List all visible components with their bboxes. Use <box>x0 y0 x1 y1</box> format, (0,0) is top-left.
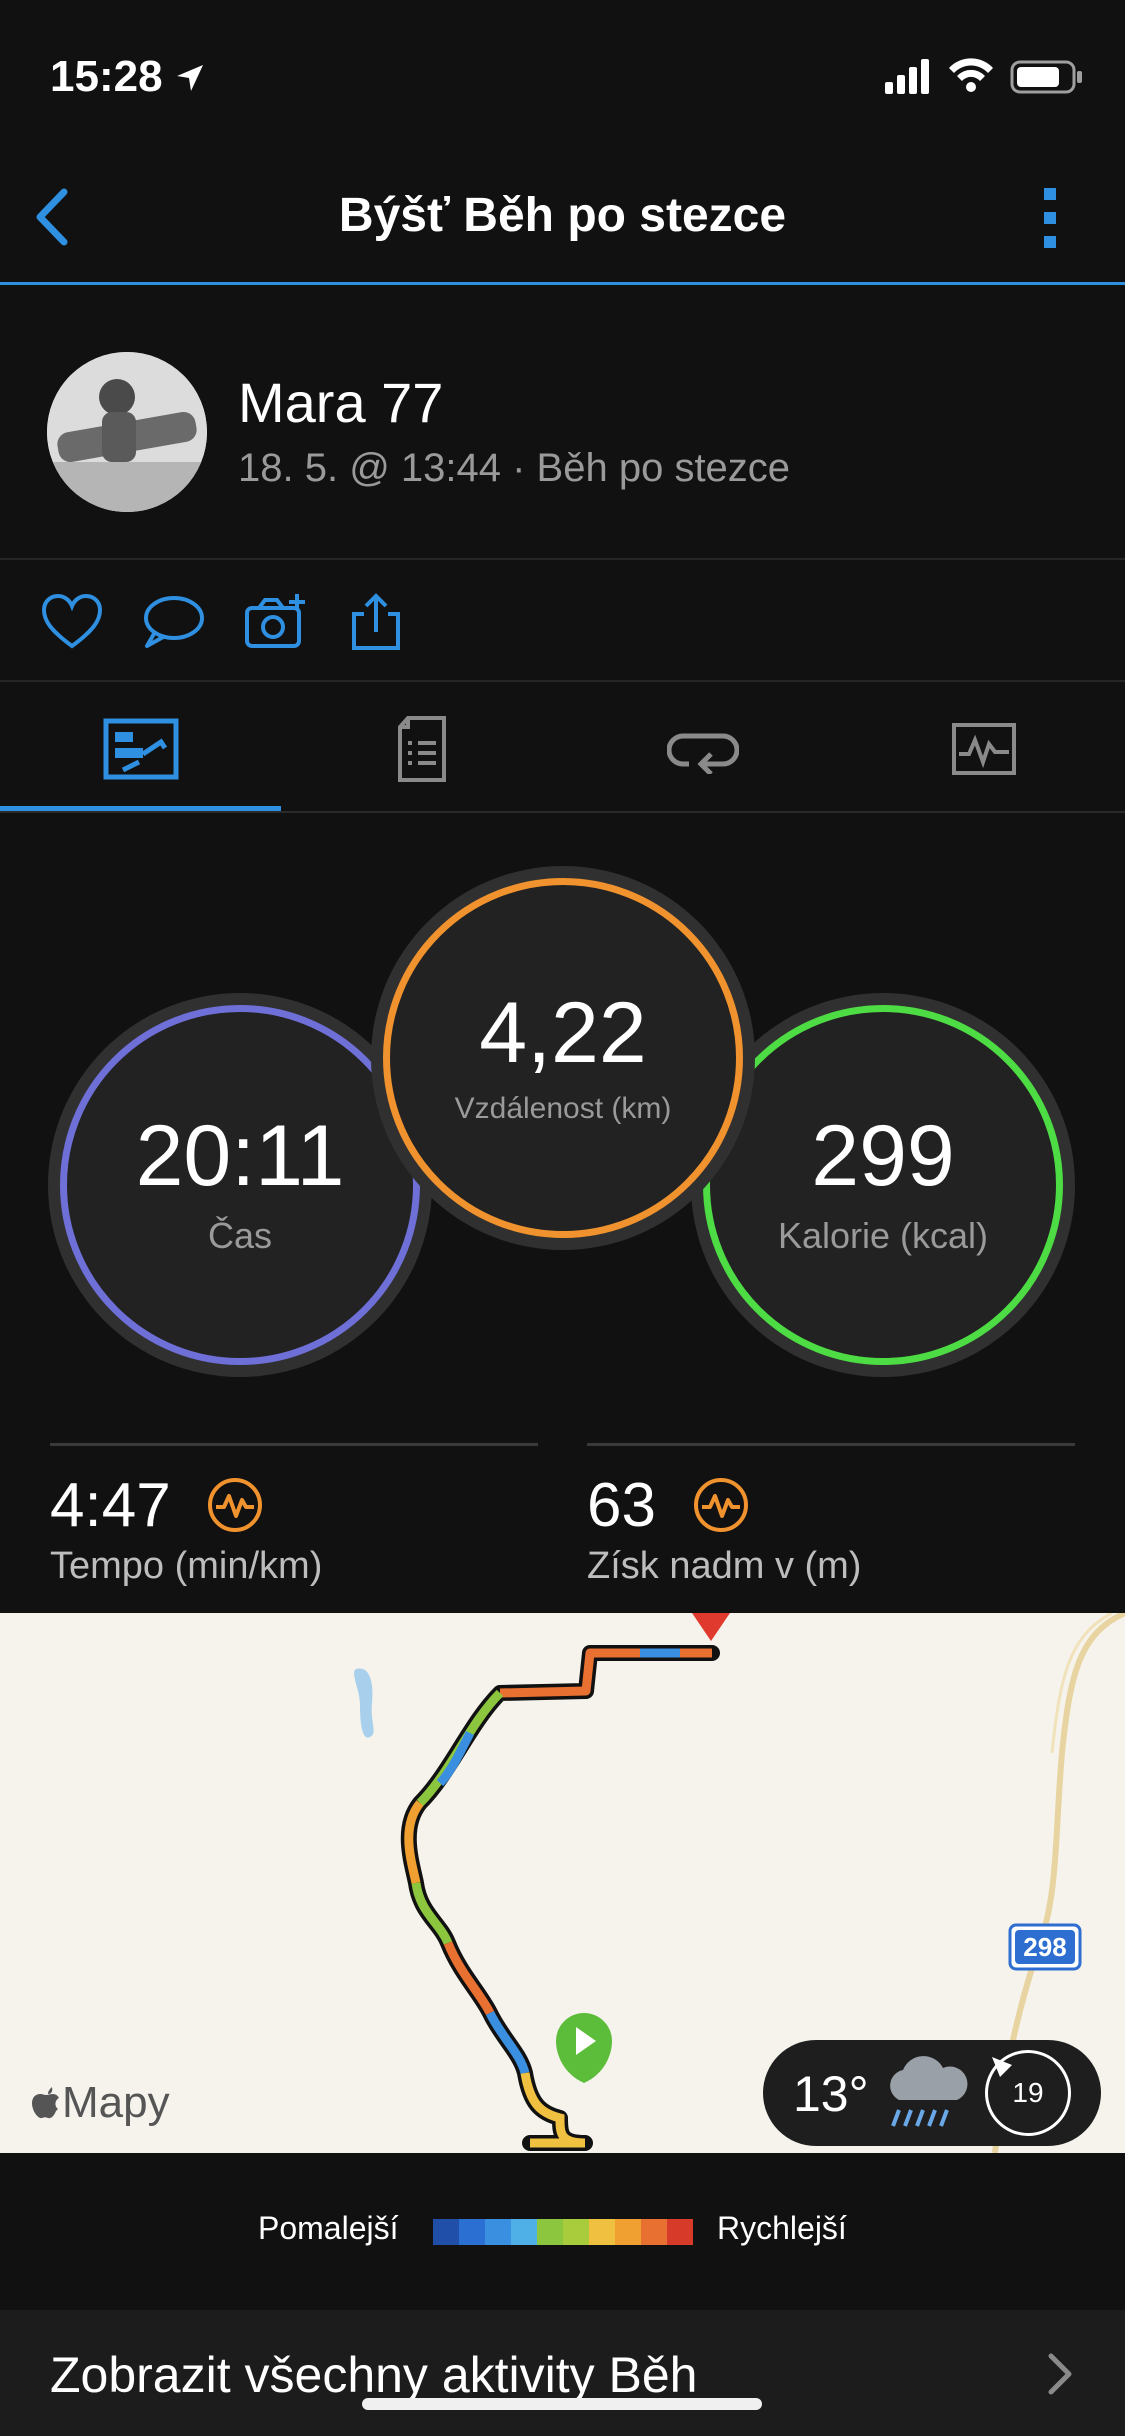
distance-label: Vzdálenost (km) <box>454 1092 672 1125</box>
legend-slow-label: Pomalejší <box>258 2210 399 2246</box>
time-value: 20:11 <box>135 1108 345 1204</box>
legend-color-segment <box>667 2219 693 2245</box>
page-title: Býšť Běh po stezce <box>338 189 787 242</box>
share-icon <box>352 593 400 650</box>
divider <box>0 558 1125 560</box>
distance-circle[interactable]: 4,22 Vzdálenost (km) <box>383 878 743 1238</box>
document-list-icon <box>397 715 446 782</box>
legend-fast-label: Rychlejší <box>717 2210 847 2246</box>
tab-overview[interactable] <box>0 686 281 811</box>
loop-arrows-icon <box>666 733 739 774</box>
calories-circle[interactable]: 299 Kalorie (kcal) <box>703 1005 1063 1365</box>
add-photo-button[interactable] <box>243 592 307 652</box>
pace-color-legend <box>433 2219 693 2245</box>
divider <box>0 680 1125 682</box>
temperature: 13° <box>793 2066 869 2122</box>
divider <box>50 1443 538 1446</box>
camera-plus-icon <box>245 594 305 648</box>
legend-color-segment <box>615 2219 641 2245</box>
status-icons <box>885 56 1085 101</box>
map-attribution[interactable]: Mapy <box>30 2078 170 2128</box>
pace-value: 4:47 <box>50 1471 171 1540</box>
pace-info-icon[interactable] <box>206 1476 264 1534</box>
battery-icon <box>1010 60 1082 94</box>
apple-logo-icon <box>32 2087 59 2119</box>
legend-color-segment <box>589 2219 615 2245</box>
more-options-button[interactable] <box>1035 178 1065 258</box>
heart-icon <box>41 593 103 649</box>
time-label: Čas <box>207 1215 273 1256</box>
user-name[interactable]: Mara 77 <box>238 370 443 435</box>
wifi-icon <box>949 58 993 92</box>
legend-color-segment <box>641 2219 667 2245</box>
pace-label: Tempo (min/km) <box>50 1545 323 1587</box>
time-circle[interactable]: 20:11 Čas <box>60 1005 420 1365</box>
finish-marker <box>692 1613 730 1641</box>
location-arrow-icon <box>176 65 203 91</box>
elevation-info-icon[interactable] <box>692 1476 750 1534</box>
signal-icon <box>885 59 929 94</box>
legend-color-segment <box>537 2219 563 2245</box>
activity-subtitle: 18. 5. @ 13:44 · Běh po stezce <box>238 446 791 490</box>
route-track <box>400 1645 720 2151</box>
legend-color-segment <box>563 2219 589 2245</box>
avatar[interactable] <box>47 352 207 512</box>
activity-chart-icon <box>951 722 1016 775</box>
home-indicator[interactable] <box>362 2398 762 2410</box>
legend-color-segment <box>433 2219 459 2245</box>
distance-value: 4,22 <box>479 985 647 1081</box>
legend-color-segment <box>459 2219 485 2245</box>
status-time: 15:28 <box>50 52 205 102</box>
tab-details[interactable] <box>281 686 562 811</box>
wind-direction-icon <box>992 2057 1012 2077</box>
show-all-activities-link[interactable]: Zobrazit všechny aktivity Běh <box>0 2310 1125 2436</box>
legend-color-segment <box>511 2219 537 2245</box>
legend-color-segment <box>485 2219 511 2245</box>
show-all-activities-label: Zobrazit všechny aktivity Běh <box>50 2347 698 2403</box>
weather-widget[interactable]: 13° 19 <box>763 2040 1101 2146</box>
rain-cloud-icon <box>881 2054 971 2134</box>
comment-bubble-icon <box>144 596 204 648</box>
share-button[interactable] <box>344 592 408 652</box>
nav-bar: Býšť Běh po stezce <box>0 150 1125 285</box>
more-vertical-icon <box>1044 188 1056 248</box>
calories-value: 299 <box>811 1108 955 1204</box>
start-marker <box>556 2013 612 2083</box>
wind-indicator: 19 <box>985 2050 1071 2136</box>
elevation-label: Získ nadm v (m) <box>587 1545 862 1587</box>
tab-laps[interactable] <box>562 686 843 811</box>
lake <box>354 1668 374 1738</box>
divider <box>0 811 1125 813</box>
chevron-right-icon <box>1045 2352 1075 2396</box>
calories-label: Kalorie (kcal) <box>777 1215 989 1256</box>
road-number: 298 <box>1023 1932 1066 1962</box>
elevation-value: 63 <box>587 1471 656 1540</box>
divider <box>587 1443 1075 1446</box>
overview-stats-icon <box>103 718 178 779</box>
comment-button[interactable] <box>141 592 205 652</box>
tab-charts[interactable] <box>843 686 1124 811</box>
like-button[interactable] <box>40 592 104 652</box>
